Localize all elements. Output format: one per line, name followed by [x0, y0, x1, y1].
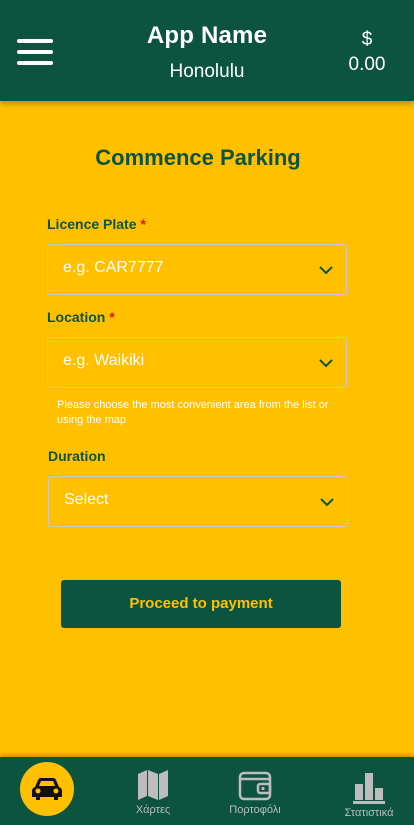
duration-placeholder: Select — [64, 491, 109, 508]
nav-item-statistics[interactable]: Στατιστικά — [336, 772, 402, 819]
nav-label-maps: Χάρτες — [135, 804, 171, 816]
wallet-icon — [238, 771, 272, 801]
map-icon — [138, 770, 168, 800]
location-label-text: Location — [47, 309, 106, 325]
duration-select[interactable]: Select — [48, 476, 348, 527]
location-hint: Please choose the most convenient area f… — [57, 399, 329, 426]
nav-label-statistics: Στατιστικά — [344, 807, 394, 819]
required-mark: * — [109, 309, 115, 325]
location-select[interactable]: e.g. Waikiki — [47, 337, 347, 388]
currency-symbol: $ — [361, 29, 373, 50]
app-header: App Name Honolulu $ 0.00 — [0, 0, 414, 101]
location-label: Location * — [47, 309, 115, 325]
licence-plate-label-text: Licence Plate — [47, 216, 137, 232]
required-mark: * — [140, 216, 146, 232]
duration-label: Duration — [48, 448, 106, 464]
licence-plate-select[interactable]: e.g. CAR7777 — [47, 244, 347, 295]
nav-item-parking[interactable] — [20, 762, 74, 816]
nav-item-wallet[interactable]: Πορτοφόλι — [222, 771, 288, 816]
balance-amount: 0.00 — [348, 54, 386, 75]
proceed-to-payment-button[interactable]: Proceed to payment — [61, 580, 341, 628]
nav-item-maps[interactable]: Χάρτες — [122, 769, 184, 816]
chevron-down-icon — [319, 266, 333, 275]
chevron-down-icon — [320, 498, 334, 507]
duration-label-text: Duration — [48, 448, 106, 464]
car-icon — [32, 778, 62, 800]
nav-label-wallet: Πορτοφόλι — [229, 804, 281, 816]
balance-display[interactable]: $ 0.00 — [340, 27, 394, 77]
location-placeholder: e.g. Waikiki — [63, 352, 145, 369]
page-title: Commence Parking — [95, 145, 301, 170]
licence-plate-label: Licence Plate * — [47, 216, 146, 232]
bar-chart-icon — [353, 773, 385, 804]
bottom-nav: Χάρτες Πορτοφόλι Στατιστικά — [0, 757, 414, 825]
chevron-down-icon — [319, 359, 333, 368]
licence-plate-placeholder: e.g. CAR7777 — [63, 259, 164, 276]
